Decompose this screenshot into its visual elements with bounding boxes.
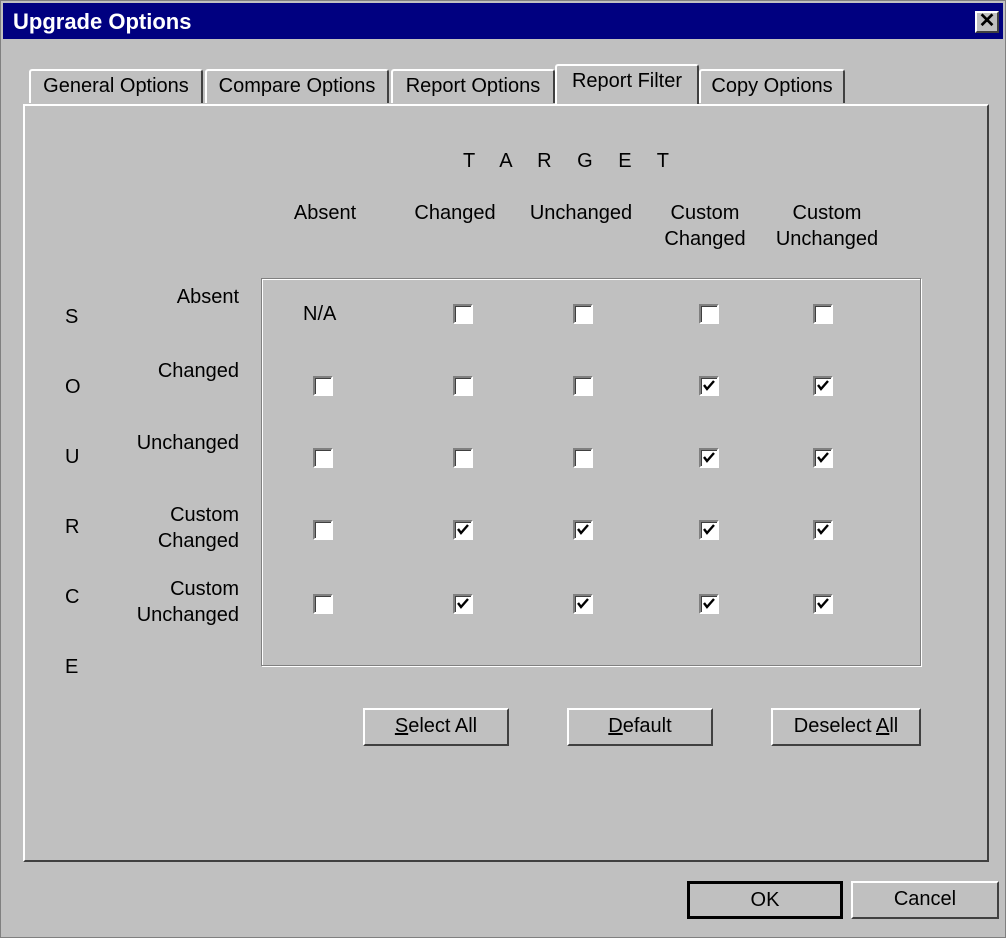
tab-compare-options[interactable]: Compare Options <box>205 69 389 103</box>
row-header-custom-changed: Custom Changed <box>109 502 239 554</box>
filter-checkbox[interactable] <box>453 448 473 468</box>
report-filter-panel: T A R G E T S O U R C E Absent Changed Unchan… <box>23 104 989 862</box>
column-header-line2: Unchanged <box>775 228 879 250</box>
filter-checkbox[interactable] <box>699 520 719 540</box>
source-letter: E <box>65 656 79 678</box>
select-all-button[interactable]: Select All <box>363 708 509 746</box>
tab-general-options[interactable]: General Options <box>29 69 203 103</box>
checkmark-icon <box>457 524 469 535</box>
row-header-line2: Unchanged <box>136 432 239 454</box>
upgrade-options-dialog: Upgrade Options ✕ General Options Compar… <box>0 0 1006 938</box>
column-header-unchanged: Unchanged <box>519 200 643 226</box>
tab-report-options[interactable]: Report Options <box>391 69 555 103</box>
na-label: N/A <box>303 303 337 325</box>
filter-checkbox[interactable] <box>313 520 333 540</box>
ok-button[interactable]: OK <box>687 881 843 919</box>
column-header-line2: Changed <box>664 228 746 250</box>
button-label: efault <box>622 715 672 737</box>
row-header-unchanged: Unchanged <box>109 430 239 456</box>
checkmark-icon <box>703 380 715 391</box>
filter-checkbox[interactable] <box>699 448 719 468</box>
button-label: ll <box>889 715 899 737</box>
checkmark-icon <box>703 452 715 463</box>
mnemonic: S <box>394 715 409 737</box>
filter-checkbox[interactable] <box>453 304 473 324</box>
column-header-absent: Absent <box>271 200 379 226</box>
tab-copy-options[interactable]: Copy Options <box>699 69 845 103</box>
close-button[interactable]: ✕ <box>975 11 999 33</box>
row-header-line1: Custom <box>170 504 239 526</box>
filter-checkbox[interactable] <box>699 376 719 396</box>
tab-label: Report Filter <box>571 70 683 92</box>
source-letter: U <box>65 446 80 468</box>
row-header-absent: Absent <box>109 284 239 310</box>
filter-checkbox[interactable] <box>813 594 833 614</box>
target-heading: T A R G E T <box>463 150 669 172</box>
default-button[interactable]: Default <box>567 708 713 746</box>
checkmark-icon <box>817 452 829 463</box>
checkmark-icon <box>817 524 829 535</box>
column-header-custom-unchanged: Custom Unchanged <box>763 200 891 252</box>
mnemonic: D <box>608 715 623 737</box>
filter-checkbox[interactable] <box>573 304 593 324</box>
row-header-line2: Unchanged <box>136 604 239 626</box>
filter-checkbox[interactable] <box>813 304 833 324</box>
row-header-line2: Changed <box>157 530 239 552</box>
filter-checkbox[interactable] <box>813 376 833 396</box>
row-header-changed: Changed <box>109 358 239 384</box>
mnemonic: A <box>876 715 890 737</box>
filter-checkbox[interactable] <box>573 448 593 468</box>
filter-checkbox[interactable] <box>573 594 593 614</box>
checkmark-icon <box>577 598 589 609</box>
filter-checkbox[interactable] <box>453 520 473 540</box>
button-label: Deselect <box>793 715 877 737</box>
filter-checkbox[interactable] <box>813 448 833 468</box>
row-header-custom-unchanged: Custom Unchanged <box>109 576 239 628</box>
tab-report-filter[interactable]: Report Filter <box>555 64 699 104</box>
checkmark-icon <box>817 598 829 609</box>
checkmark-icon <box>457 598 469 609</box>
tab-label: Copy Options <box>711 75 833 97</box>
filter-checkbox[interactable] <box>313 376 333 396</box>
source-letter: S <box>65 306 79 328</box>
filter-checkbox[interactable] <box>313 448 333 468</box>
cancel-button[interactable]: Cancel <box>851 881 999 919</box>
source-letter: R <box>65 516 80 538</box>
filter-checkbox[interactable] <box>573 520 593 540</box>
column-header-line2: Absent <box>293 202 357 224</box>
column-header-line2: Unchanged <box>529 202 633 224</box>
checkmark-icon <box>703 524 715 535</box>
tab-label: Report Options <box>405 75 541 97</box>
filter-checkbox[interactable] <box>699 304 719 324</box>
row-header-line2: Changed <box>157 360 239 382</box>
checkmark-icon <box>577 524 589 535</box>
tab-label: Compare Options <box>218 75 376 97</box>
filter-checkbox[interactable] <box>313 594 333 614</box>
checkmark-icon <box>703 598 715 609</box>
column-header-changed: Changed <box>401 200 509 226</box>
filter-checkbox[interactable] <box>453 376 473 396</box>
column-header-line1: Custom <box>792 202 862 224</box>
deselect-all-button[interactable]: Deselect All <box>771 708 921 746</box>
button-label: elect All <box>408 715 478 737</box>
filter-checkbox[interactable] <box>813 520 833 540</box>
source-letter: C <box>65 586 80 608</box>
filter-checkbox[interactable] <box>573 376 593 396</box>
filter-checkbox[interactable] <box>699 594 719 614</box>
column-header-line1: Custom <box>670 202 740 224</box>
title-bar[interactable]: Upgrade Options ✕ <box>3 3 1003 39</box>
checkmark-icon <box>817 380 829 391</box>
column-header-custom-changed: Custom Changed <box>651 200 759 252</box>
row-header-line1: Custom <box>170 578 239 600</box>
row-header-line2: Absent <box>176 286 239 308</box>
filter-checkbox[interactable] <box>453 594 473 614</box>
window-title: Upgrade Options <box>13 9 192 34</box>
column-header-line2: Changed <box>414 202 496 224</box>
source-letter: O <box>65 376 81 398</box>
tab-label: General Options <box>43 75 189 97</box>
